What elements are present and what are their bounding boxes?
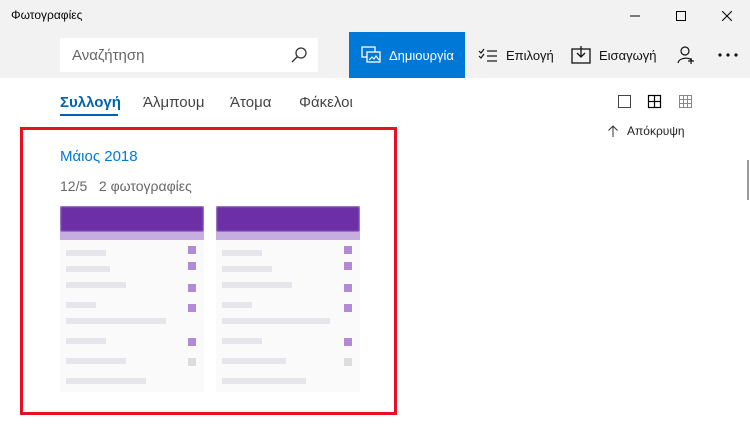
more-button[interactable] [716,32,740,78]
thumbnail-line [66,358,126,364]
thumbnail-mark [188,338,196,346]
thumbnail-mark [344,246,352,254]
select-label: Επιλογή [506,47,554,63]
search-icon[interactable] [291,47,307,63]
thumbnail-line [222,250,262,256]
thumbnail-subheader [216,232,360,240]
thumbnail-line [66,318,166,324]
search-box [60,38,318,72]
close-button[interactable] [704,0,750,32]
import-icon [571,46,591,64]
thumbnail-line [222,358,286,364]
hide-label: Απόκρυψη [627,124,685,138]
tab-albums[interactable]: Άλμπουμ [143,94,204,111]
more-icon [718,53,738,57]
select-button[interactable]: Επιλογή [478,32,554,78]
person-add-icon [677,46,694,64]
thumbnail-mark [188,304,196,312]
thumbnail-mark [188,358,196,366]
import-button[interactable]: Εισαγωγή [571,32,656,78]
thumbnail-mark [344,358,352,366]
thumbnail-line [66,338,106,344]
arrow-up-icon [608,125,618,137]
title-bar: Φωτογραφίες [0,0,750,32]
thumbnail-line [66,266,110,272]
close-icon [722,11,732,21]
view-medium-icon[interactable] [647,94,663,110]
thumbnail-line [222,338,262,344]
thumbnail-mark [344,284,352,292]
thumbnail-line [66,302,96,308]
date-group: 12/5 2 φωτογραφίες [60,178,192,194]
thumbnail-line [66,282,126,288]
hide-button[interactable]: Απόκρυψη [607,124,685,138]
month-heading[interactable]: Μάιος 2018 [60,148,138,165]
tab-collection[interactable]: Συλλογή [60,94,121,111]
thumbnail-line [222,302,252,308]
scrollbar-thumb[interactable] [747,160,749,200]
toolbar: Δημιουργία Επιλογή Εισαγωγή [0,32,750,78]
thumbnail-header [60,206,204,232]
create-button[interactable]: Δημιουργία [349,32,465,78]
maximize-icon [676,11,686,21]
view-small-icon[interactable] [678,94,694,110]
date-label: 12/5 [60,178,88,194]
thumbnail-mark [188,284,196,292]
tab-people[interactable]: Άτομα [230,94,271,111]
thumbnail-line [222,318,330,324]
minimize-icon [630,15,640,17]
thumbnail-mark [344,304,352,312]
thumbnail-line [222,378,306,384]
thumbnail-mark [344,338,352,346]
thumbnail-line [66,250,106,256]
view-large-icon[interactable] [617,94,633,110]
thumbnail-mark [344,262,352,270]
import-label: Εισαγωγή [599,47,657,63]
maximize-button[interactable] [658,0,704,32]
thumbnail-mark [188,246,196,254]
account-button[interactable] [676,32,696,78]
minimize-button[interactable] [612,0,658,32]
thumbnail-line [222,282,292,288]
thumbnail-line [66,378,146,384]
active-tab-indicator [60,114,118,116]
thumbnail-header [216,206,360,232]
tab-folders[interactable]: Φάκελοι [299,94,353,111]
create-icon [361,46,381,64]
photo-count: 2 φωτογραφίες [98,178,192,194]
photo-thumbnail[interactable] [216,206,360,392]
create-label: Δημιουργία [389,47,454,63]
checklist-icon [478,47,498,63]
thumbnail-mark [188,262,196,270]
thumbnail-line [222,266,272,272]
search-input[interactable] [61,39,292,71]
photo-thumbnail[interactable] [60,206,204,392]
thumbnail-subheader [60,232,204,240]
app-title: Φωτογραφίες [11,8,83,22]
